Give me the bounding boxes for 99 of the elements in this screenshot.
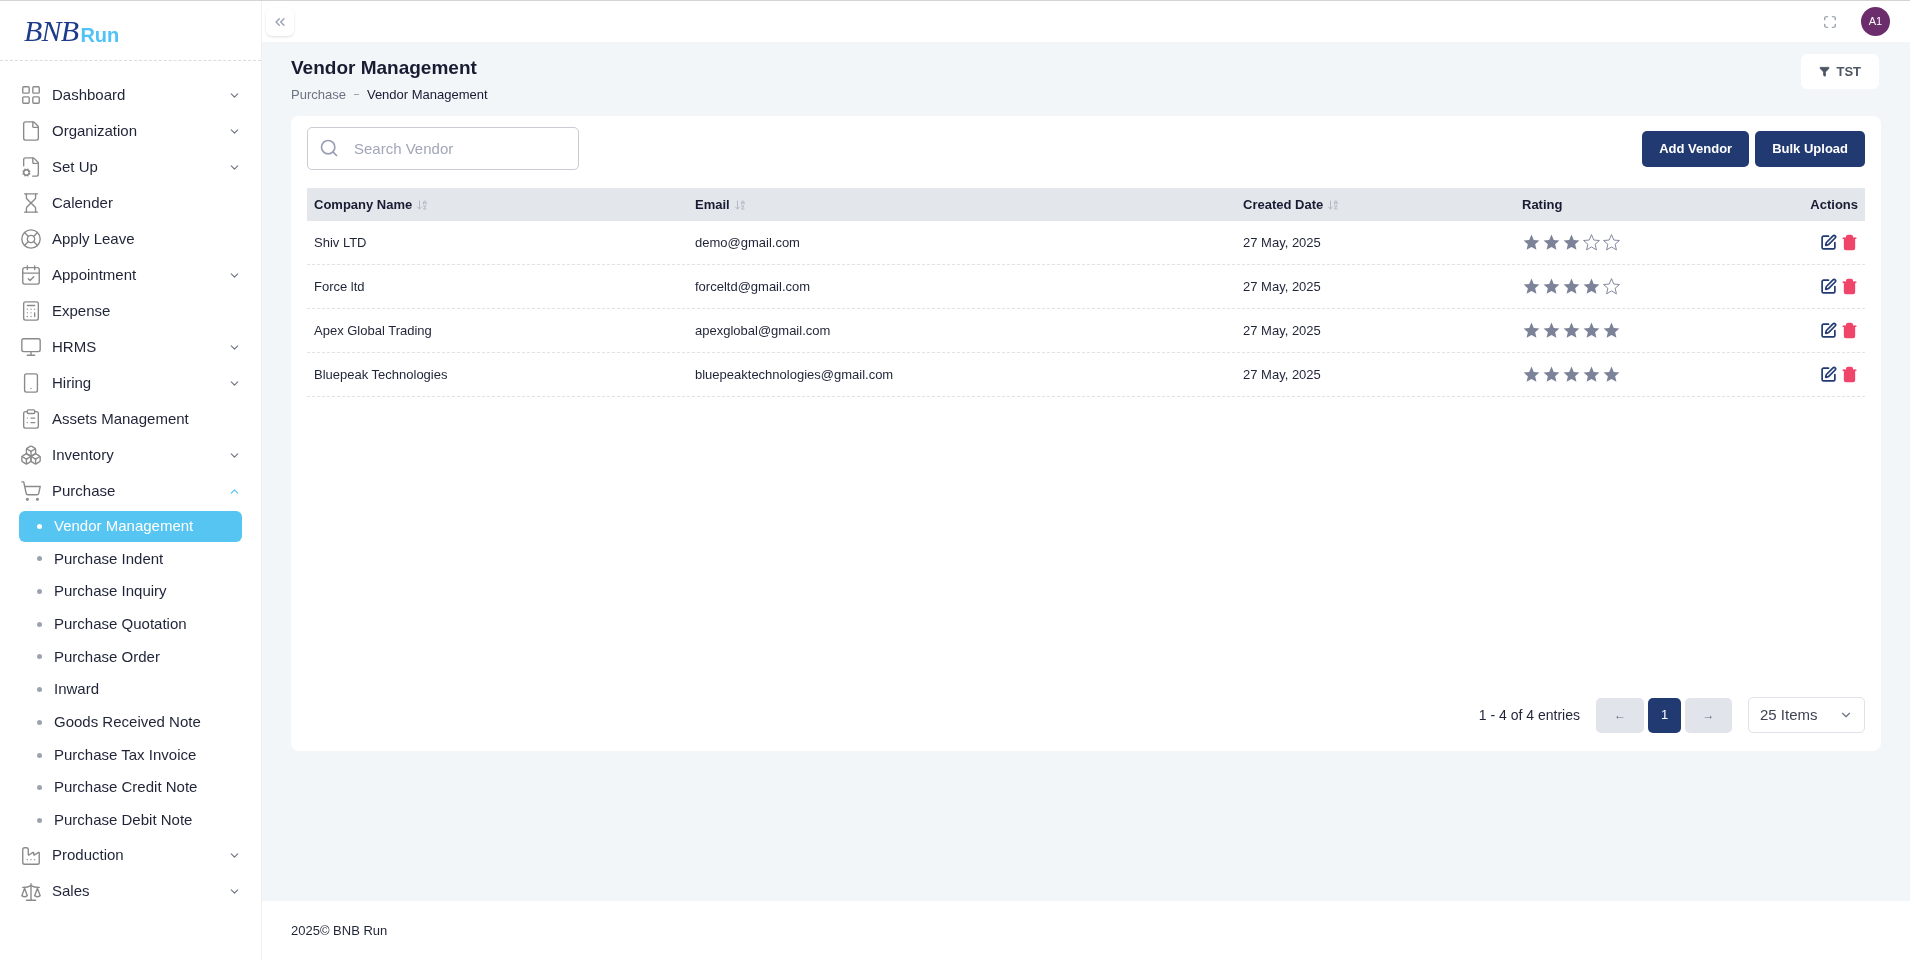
- fullscreen-icon[interactable]: [1823, 14, 1837, 29]
- sidebar-item[interactable]: Set Up: [0, 149, 261, 185]
- search-field[interactable]: Search Vendor: [307, 127, 579, 170]
- filter-icon: [1819, 66, 1831, 77]
- filled-star-icon: [1582, 277, 1601, 296]
- page-title: Vendor Management: [291, 56, 478, 80]
- sidebar-item[interactable]: Apply Leave: [0, 221, 261, 257]
- filled-star-icon: [1562, 233, 1581, 252]
- submenu-item[interactable]: Purchase Order: [19, 641, 242, 673]
- page-size-select[interactable]: 25 Items: [1748, 697, 1865, 733]
- sidebar-item[interactable]: Production: [0, 837, 261, 874]
- sidebar-item[interactable]: Sales: [0, 873, 261, 910]
- breadcrumb-current: Vendor Management: [366, 85, 488, 104]
- filled-star-icon: [1602, 365, 1621, 384]
- sidebar-item[interactable]: Dashboard: [0, 77, 261, 113]
- table-cell: forceltd@gmail.com: [695, 278, 811, 294]
- column-header: Rating: [1522, 195, 1563, 214]
- monitor-icon: [20, 336, 42, 358]
- table-cell: 27 May, 2025: [1243, 322, 1321, 338]
- submenu-item[interactable]: Inward: [19, 674, 242, 706]
- filled-star-icon: [1542, 277, 1561, 296]
- submenu-item[interactable]: Purchase Credit Note: [19, 772, 242, 804]
- filled-star-icon: [1522, 277, 1541, 296]
- sidebar-item[interactable]: HRMS: [0, 329, 261, 365]
- table-cell: demo@gmail.com: [695, 234, 800, 250]
- brand-logo[interactable]: BNBRun: [24, 8, 120, 53]
- page-button[interactable]: 1: [1648, 697, 1681, 733]
- factory-icon: [20, 844, 42, 867]
- column-header[interactable]: Company Name: [314, 194, 413, 215]
- submenu-item[interactable]: Goods Received Note: [19, 706, 242, 738]
- calculator-icon: [20, 300, 42, 322]
- table-cell: Bluepeak Technologies: [314, 366, 448, 382]
- sidebar-item[interactable]: Assets Management: [0, 401, 261, 437]
- cart-icon: [20, 480, 42, 502]
- edit-icon[interactable]: [1820, 366, 1837, 383]
- empty-star-icon: [1582, 233, 1601, 252]
- delete-icon[interactable]: [1841, 322, 1858, 339]
- filled-star-icon: [1542, 321, 1561, 340]
- previous-page-button[interactable]: ←: [1596, 697, 1644, 733]
- grid-icon: [20, 84, 42, 106]
- document-icon: [20, 120, 42, 142]
- sidebar-item[interactable]: Hiring: [0, 365, 261, 401]
- copyright-text: 2025© BNB Run: [291, 921, 388, 940]
- sidebar-item[interactable]: Appointment: [0, 257, 261, 293]
- document-gear-icon: [20, 156, 42, 178]
- filled-star-icon: [1602, 321, 1621, 340]
- delete-icon[interactable]: [1841, 366, 1858, 383]
- search-icon: [319, 138, 339, 158]
- clipboard-icon: [20, 408, 42, 430]
- empty-star-icon: [1602, 233, 1621, 252]
- filled-star-icon: [1562, 321, 1581, 340]
- table-cell: 27 May, 2025: [1243, 234, 1321, 250]
- filled-star-icon: [1582, 321, 1601, 340]
- filled-star-icon: [1542, 365, 1561, 384]
- filled-star-icon: [1522, 321, 1541, 340]
- edit-icon[interactable]: [1820, 322, 1837, 339]
- filled-star-icon: [1562, 365, 1581, 384]
- submenu-item[interactable]: Purchase Inquiry: [19, 576, 242, 608]
- breadcrumb-link[interactable]: Purchase: [291, 84, 346, 104]
- filled-star-icon: [1522, 365, 1541, 384]
- submenu-item[interactable]: Purchase Quotation: [19, 608, 242, 640]
- collapse-sidebar-button[interactable]: [266, 7, 294, 36]
- sidebar-item[interactable]: Calender: [0, 185, 261, 221]
- scale-icon: [20, 880, 42, 903]
- filled-star-icon: [1542, 233, 1561, 252]
- sidebar-item[interactable]: Purchase: [0, 473, 261, 509]
- edit-icon[interactable]: [1820, 234, 1837, 251]
- sidebar-item[interactable]: Inventory: [0, 437, 261, 473]
- entries-summary: 1 - 4 of 4 entries: [1478, 705, 1580, 725]
- column-header: Actions: [1810, 195, 1858, 214]
- delete-icon[interactable]: [1841, 234, 1858, 251]
- empty-star-icon: [1602, 277, 1621, 296]
- submenu-item[interactable]: Purchase Indent: [19, 543, 242, 575]
- table-cell: 27 May, 2025: [1243, 366, 1321, 382]
- sidebar-item[interactable]: Expense: [0, 293, 261, 329]
- next-page-button[interactable]: →: [1685, 697, 1732, 733]
- table-cell: Apex Global Trading: [314, 322, 432, 338]
- action-button[interactable]: Add Vendor: [1642, 130, 1750, 167]
- filled-star-icon: [1582, 365, 1601, 384]
- calendar-check-icon: [20, 264, 42, 286]
- column-header[interactable]: Email: [695, 194, 730, 215]
- table-cell: 27 May, 2025: [1243, 278, 1321, 294]
- filled-star-icon: [1562, 277, 1581, 296]
- table-cell: bluepeaktechnologies@gmail.com: [695, 366, 894, 382]
- filter-button[interactable]: TST: [1801, 54, 1879, 89]
- submenu-item[interactable]: Purchase Tax Invoice: [19, 739, 242, 771]
- filled-star-icon: [1522, 233, 1541, 252]
- delete-icon[interactable]: [1841, 278, 1858, 295]
- action-button[interactable]: Bulk Upload: [1755, 130, 1865, 167]
- table-cell: Shiv LTD: [314, 234, 367, 250]
- table-cell: apexglobal@gmail.com: [695, 322, 831, 338]
- edit-icon[interactable]: [1820, 278, 1837, 295]
- lifebuoy-icon: [20, 228, 42, 250]
- user-avatar[interactable]: A1: [1861, 7, 1890, 36]
- table-cell: Force ltd: [314, 278, 365, 294]
- submenu-item[interactable]: Purchase Debit Note: [19, 804, 242, 836]
- boxes-icon: [20, 444, 42, 466]
- column-header[interactable]: Created Date: [1243, 194, 1324, 215]
- sidebar-item[interactable]: Organization: [0, 113, 261, 149]
